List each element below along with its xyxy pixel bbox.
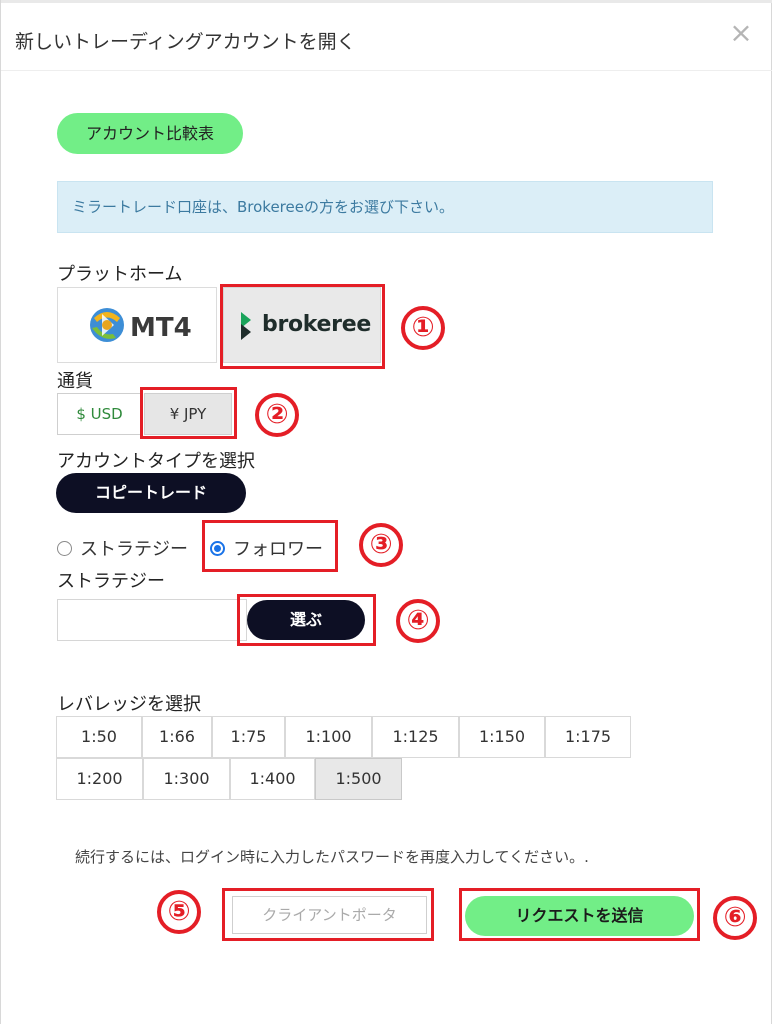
radio-follower-label: フォロワー xyxy=(233,539,323,560)
password-note: 続行するには、ログイン時に入力したパスワードを再度入力してください。. xyxy=(75,848,589,866)
leverage-option-1-50[interactable]: 1:50 xyxy=(56,716,142,758)
radio-follower-circle[interactable] xyxy=(210,540,225,556)
annotation-number-3: ③ xyxy=(359,523,403,567)
radio-follower[interactable]: フォロワー xyxy=(210,536,323,560)
annotation-number-1: ① xyxy=(401,306,445,350)
annotation-number-4: ④ xyxy=(396,599,440,643)
annotation-number-2: ② xyxy=(255,393,299,437)
platform-option-brokeree[interactable]: brokeree xyxy=(223,287,381,363)
annotation-number-5: ⑤ xyxy=(157,890,201,934)
leverage-option-1-400[interactable]: 1:400 xyxy=(230,758,315,800)
strategy-input[interactable] xyxy=(57,599,247,641)
platform-option-mt4[interactable]: MT4 xyxy=(57,287,217,363)
mt4-logo-text: MT4 xyxy=(130,313,192,343)
leverage-option-1-500[interactable]: 1:500 xyxy=(315,758,402,800)
mt4-logo: MT4 xyxy=(90,308,192,343)
brokeree-chevron-icon xyxy=(241,312,251,340)
dialog-header: 新しいトレーディングアカウントを開く × xyxy=(1,3,772,71)
leverage-option-1-66[interactable]: 1:66 xyxy=(142,716,212,758)
choose-strategy-button[interactable]: 選ぶ xyxy=(247,600,365,640)
open-account-dialog: 新しいトレーディングアカウントを開く × アカウント比較表 ミラートレード口座は… xyxy=(0,0,772,1024)
currency-label: 通貨 xyxy=(57,371,93,392)
dialog-title: 新しいトレーディングアカウントを開く xyxy=(15,31,356,53)
send-request-button[interactable]: リクエストを送信 xyxy=(465,896,694,936)
leverage-option-1-75[interactable]: 1:75 xyxy=(212,716,285,758)
account-type-label: アカウントタイプを選択 xyxy=(57,451,255,472)
copy-trade-button[interactable]: コピートレード xyxy=(56,473,246,513)
leverage-option-1-300[interactable]: 1:300 xyxy=(143,758,230,800)
account-compare-button[interactable]: アカウント比較表 xyxy=(57,113,243,154)
radio-strategy[interactable]: ストラテジー xyxy=(57,536,188,560)
currency-option-jpy[interactable]: ¥ JPY xyxy=(144,393,232,435)
leverage-option-1-100[interactable]: 1:100 xyxy=(285,716,372,758)
annotation-number-6: ⑥ xyxy=(713,896,757,940)
client-portal-button[interactable]: クライアントポータ xyxy=(232,896,427,934)
leverage-label: レバレッジを選択 xyxy=(57,694,201,715)
platform-label: プラットホーム xyxy=(57,264,183,285)
radio-strategy-circle[interactable] xyxy=(57,540,72,556)
leverage-option-1-150[interactable]: 1:150 xyxy=(459,716,545,758)
leverage-option-1-175[interactable]: 1:175 xyxy=(545,716,631,758)
close-icon[interactable]: × xyxy=(727,19,755,47)
brokeree-logo-text: brokeree xyxy=(262,312,371,337)
mirror-trade-notice: ミラートレード口座は、Brokereeの方をお選び下さい。 xyxy=(57,181,713,233)
leverage-option-1-200[interactable]: 1:200 xyxy=(56,758,143,800)
leverage-option-1-125[interactable]: 1:125 xyxy=(372,716,459,758)
strategy-label: ストラテジー xyxy=(57,571,165,592)
currency-option-usd[interactable]: $ USD xyxy=(57,393,142,435)
radio-strategy-label: ストラテジー xyxy=(80,539,188,560)
